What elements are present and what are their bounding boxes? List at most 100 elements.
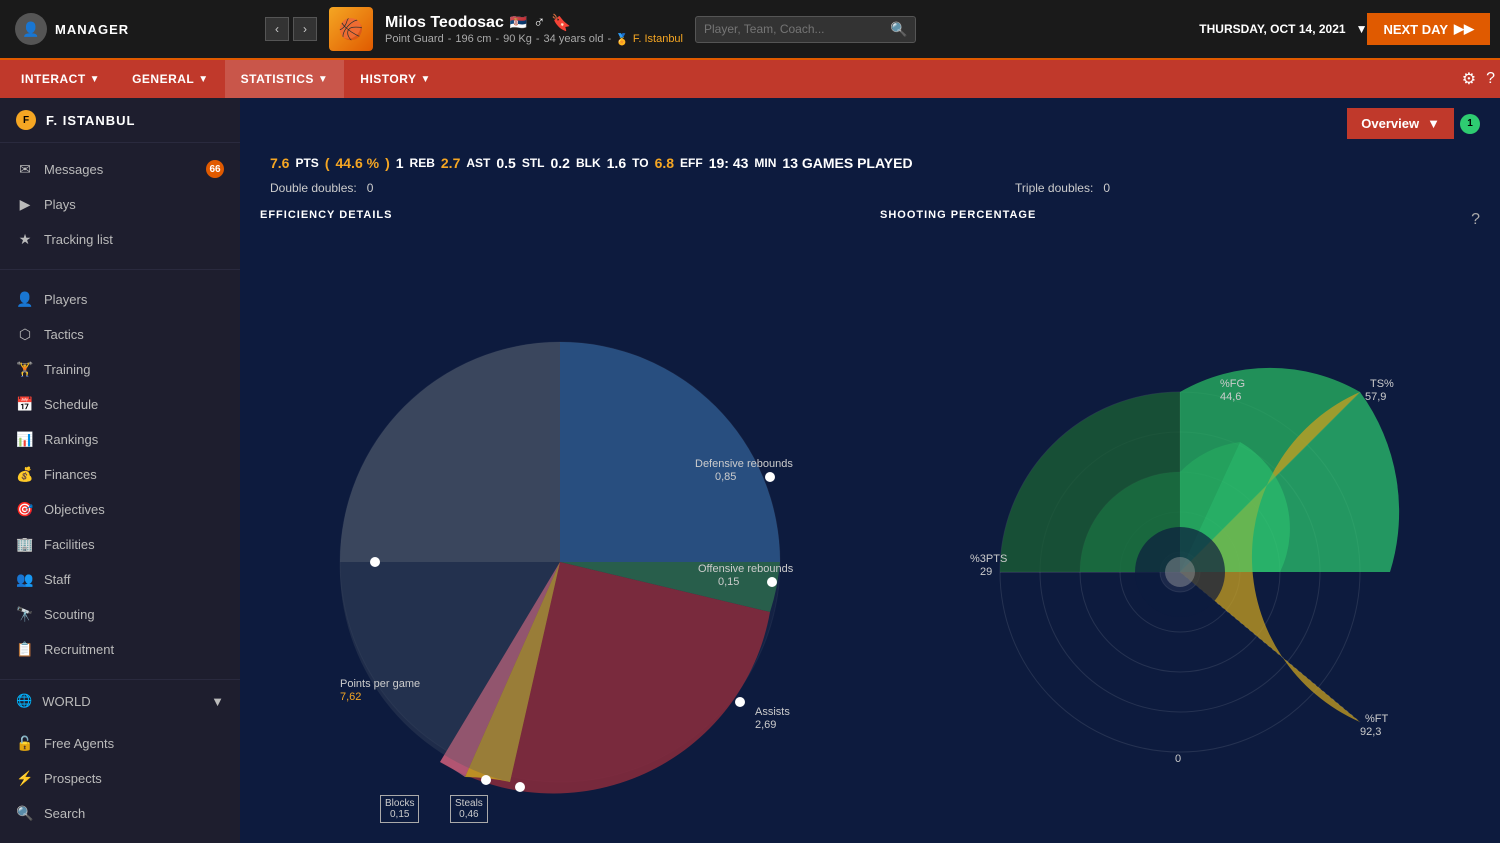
sidebar-item-scouting[interactable]: 🔭 Scouting (0, 597, 240, 632)
triple-doubles-label: Triple doubles: (1015, 181, 1093, 195)
sidebar-label-tactics: Tactics (44, 327, 84, 342)
shooting-svg: %FG 44,6 TS% 57,9 %3PTS 29 %FT 92,3 0 (930, 292, 1430, 772)
sidebar-item-recruitment[interactable]: 📋 Recruitment (0, 632, 240, 667)
blocks-label: Blocks 0,15 (380, 795, 419, 823)
svg-text:Offensive rebounds: Offensive rebounds (698, 563, 794, 575)
svg-text:Defensive rebounds: Defensive rebounds (695, 458, 793, 470)
svg-text:0,85: 0,85 (715, 471, 736, 483)
sidebar-label-plays: Plays (44, 197, 76, 212)
sidebar-item-prospects[interactable]: ⚡ Prospects (0, 761, 240, 796)
search-bar[interactable]: 🔍 (695, 16, 916, 43)
sidebar-item-schedule[interactable]: 📅 Schedule (0, 387, 240, 422)
triple-doubles-value: 0 (1103, 181, 1110, 195)
sidebar-item-objectives[interactable]: 🎯 Objectives (0, 492, 240, 527)
svg-text:92,3: 92,3 (1360, 726, 1381, 738)
sidebar-item-plays[interactable]: ▶ Plays (0, 187, 240, 222)
plays-icon: ▶ (16, 196, 34, 213)
tab-statistics[interactable]: STATISTICS ▼ (225, 60, 345, 98)
overview-dropdown[interactable]: Overview ▼ (1347, 108, 1454, 139)
date-dropdown-icon[interactable]: ▼ (1356, 22, 1368, 36)
help-icon[interactable]: ? (1486, 70, 1495, 88)
next-day-button[interactable]: NEXT DAY ▶▶ (1367, 13, 1490, 45)
tab-interact[interactable]: INTERACT ▼ (5, 60, 116, 98)
sidebar-label-players: Players (44, 292, 87, 307)
player-details: Point Guard - 196 cm - 90 Kg - 34 years … (385, 33, 683, 46)
sidebar-item-staff[interactable]: 👥 Staff (0, 562, 240, 597)
tab-history[interactable]: HISTORY ▼ (344, 60, 447, 98)
shooting-help-icon[interactable]: ? (1471, 211, 1480, 229)
svg-text:0,15: 0,15 (718, 576, 739, 588)
shooting-panel: SHOOTING PERCENTAGE ? (880, 209, 1480, 833)
svg-text:Assists: Assists (755, 706, 790, 718)
svg-text:2,69: 2,69 (755, 719, 776, 731)
settings-icon[interactable]: ⚙ (1462, 69, 1476, 89)
efficiency-chart: Points per game 7,62 Defensive rebounds … (260, 231, 860, 833)
messages-badge: 66 (206, 160, 224, 178)
players-icon: 👤 (16, 291, 34, 308)
sidebar-team[interactable]: F F. ISTANBUL (0, 98, 240, 143)
svg-text:57,9: 57,9 (1365, 391, 1386, 403)
world-icon: 🌐 (16, 693, 32, 709)
prev-arrow[interactable]: ‹ (265, 17, 289, 41)
recruitment-icon: 📋 (16, 641, 34, 658)
team-badge: F (16, 110, 36, 130)
finances-icon: 💰 (16, 466, 34, 483)
facilities-icon: 🏢 (16, 536, 34, 553)
sidebar-item-training[interactable]: 🏋 Training (0, 352, 240, 387)
sidebar-item-finances[interactable]: 💰 Finances (0, 457, 240, 492)
player-team[interactable]: F. Istanbul (633, 33, 683, 45)
sidebar-item-free-agents[interactable]: 🔓 Free Agents (0, 726, 240, 761)
svg-text:%FT: %FT (1365, 713, 1389, 725)
next-arrow[interactable]: › (293, 17, 317, 41)
sidebar-item-players[interactable]: 👤 Players (0, 282, 240, 317)
content-header: Overview ▼ 1 (240, 98, 1500, 149)
sidebar-item-search[interactable]: 🔍 Search (0, 796, 240, 831)
svg-text:%FG: %FG (1220, 378, 1245, 390)
shooting-chart: %FG 44,6 TS% 57,9 %3PTS 29 %FT 92,3 0 (880, 231, 1480, 833)
sidebar: F F. ISTANBUL ✉ Messages 66 ▶ Plays ★ Tr… (0, 98, 240, 843)
efficiency-title: EFFICIENCY DETAILS (260, 209, 860, 221)
efficiency-svg: Points per game 7,62 Defensive rebounds … (310, 272, 810, 792)
sidebar-label-search: Search (44, 806, 85, 821)
sidebar-world-section[interactable]: 🌐 WORLD ▼ (0, 684, 240, 718)
player-name: Milos Teodosac 🇷🇸 ♂ 🔖 (385, 13, 683, 33)
sidebar-item-tracking[interactable]: ★ Tracking list (0, 222, 240, 257)
chevron-down-icon: ▼ (90, 74, 100, 85)
sidebar-label-scouting: Scouting (44, 607, 95, 622)
content-area: Overview ▼ 1 7.6 PTS (44.6 %) 1 REB 2.7 … (240, 98, 1500, 843)
scouting-icon: 🔭 (16, 606, 34, 623)
chevron-down-icon: ▼ (420, 74, 430, 85)
doubles-row: Double doubles: 0 Triple doubles: 0 (240, 177, 1140, 199)
sidebar-world-items: 🔓 Free Agents ⚡ Prospects 🔍 Search (0, 718, 240, 839)
search-input[interactable] (704, 22, 884, 36)
steals-label: Steals 0,46 (450, 795, 488, 823)
next-day-arrow-icon: ▶▶ (1454, 21, 1474, 37)
svg-text:29: 29 (980, 566, 992, 578)
tab-general[interactable]: GENERAL ▼ (116, 60, 225, 98)
sidebar-label-tracking: Tracking list (44, 232, 113, 247)
svg-text:0: 0 (1175, 753, 1181, 765)
sidebar-label-finances: Finances (44, 467, 97, 482)
search-icon: 🔍 (890, 21, 907, 38)
training-icon: 🏋 (16, 361, 34, 378)
sidebar-item-tactics[interactable]: ⬡ Tactics (0, 317, 240, 352)
messages-icon: ✉ (16, 161, 34, 178)
svg-text:44,6: 44,6 (1220, 391, 1241, 403)
world-left: 🌐 WORLD (16, 693, 91, 709)
sidebar-label-staff: Staff (44, 572, 71, 587)
world-chevron-icon: ▼ (211, 694, 224, 709)
current-date: THURSDAY, OCT 14, 2021 (1199, 22, 1345, 36)
player-avatar: 🏀 (329, 7, 373, 51)
sidebar-label-free-agents: Free Agents (44, 736, 114, 751)
sidebar-item-rankings[interactable]: 📊 Rankings (0, 422, 240, 457)
sidebar-label-schedule: Schedule (44, 397, 98, 412)
sidebar-item-messages[interactable]: ✉ Messages 66 (0, 151, 240, 187)
stat-pts-pct: ( (325, 155, 330, 171)
sidebar-label-training: Training (44, 362, 90, 377)
nav-settings: ⚙ ? (1462, 69, 1495, 89)
nav-tabs: INTERACT ▼ GENERAL ▼ STATISTICS ▼ HISTOR… (0, 60, 1500, 98)
sidebar-item-facilities[interactable]: 🏢 Facilities (0, 527, 240, 562)
nav-arrows: ‹ › (265, 17, 317, 41)
sidebar-main-section: ✉ Messages 66 ▶ Plays ★ Tracking list (0, 143, 240, 265)
prospects-icon: ⚡ (16, 770, 34, 787)
